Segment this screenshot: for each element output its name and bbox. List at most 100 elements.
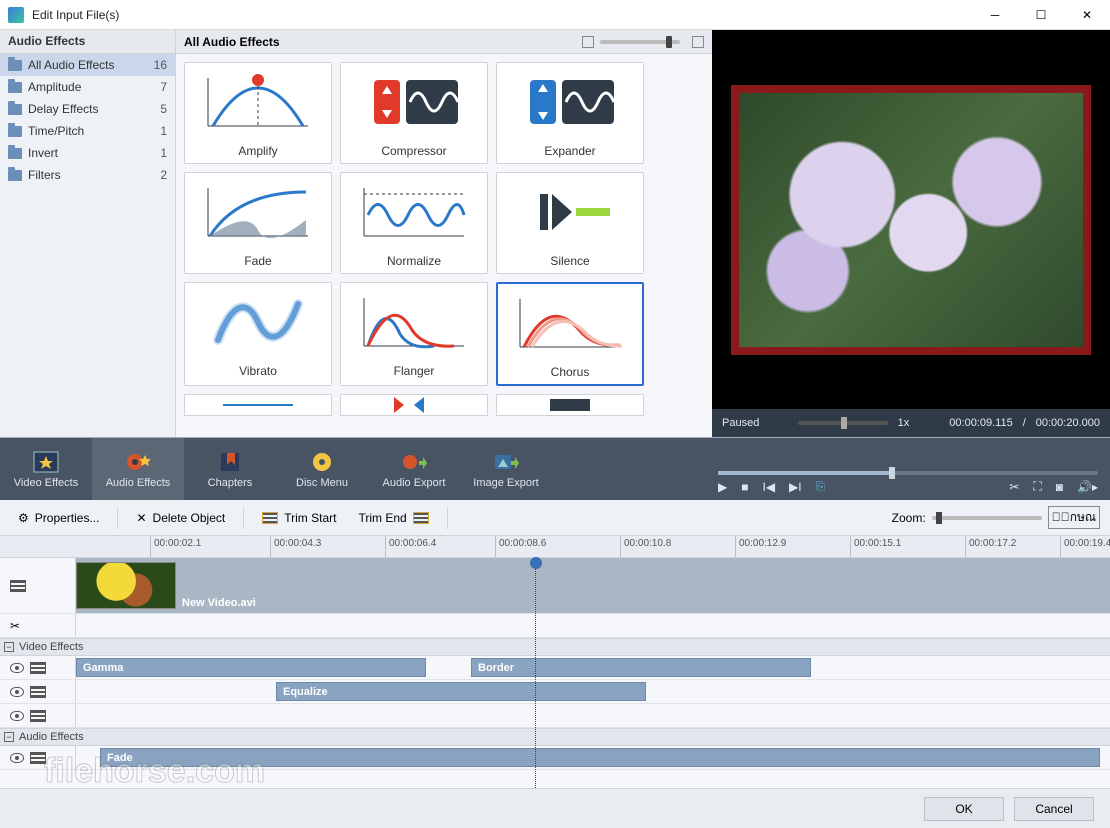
trim-end-button[interactable]: Trim End: [350, 507, 436, 529]
bookmark-icon: [216, 450, 244, 474]
effect-compressor[interactable]: Compressor: [340, 62, 488, 164]
window-title: Edit Input File(s): [32, 8, 972, 22]
effect-flanger[interactable]: Flanger: [340, 282, 488, 386]
eye-icon[interactable]: [10, 753, 24, 763]
effect-vibrato[interactable]: Vibrato: [184, 282, 332, 386]
preview-status: Paused 1x 00:00:09.115 / 00:00:20.000: [712, 409, 1110, 437]
category-delay-effects[interactable]: Delay Effects 5: [0, 98, 175, 120]
video-clip[interactable]: [76, 562, 176, 609]
effect-normalize[interactable]: Normalize: [340, 172, 488, 274]
thumbnail-size-slider[interactable]: [600, 40, 680, 44]
effect-expander[interactable]: Expander: [496, 62, 644, 164]
clip-gamma[interactable]: Gamma: [76, 658, 426, 677]
film-icon[interactable]: [30, 662, 46, 674]
folder-icon: [8, 104, 22, 115]
eye-icon[interactable]: [10, 711, 24, 721]
preview-panel: Paused 1x 00:00:09.115 / 00:00:20.000: [712, 30, 1110, 437]
film-star-icon: [32, 450, 60, 474]
category-amplitude[interactable]: Amplitude 7: [0, 76, 175, 98]
video-clip-label: New Video.avi: [182, 597, 256, 609]
clip-border[interactable]: Border: [471, 658, 811, 677]
app-icon: [8, 7, 24, 23]
zoom-slider[interactable]: [932, 516, 1042, 520]
clip-fade[interactable]: Fade: [100, 748, 1100, 767]
time-position: 00:00:09.115: [949, 417, 1012, 429]
cut-button[interactable]: ✂: [1009, 480, 1019, 494]
view-toggle-small-icon[interactable]: [582, 36, 594, 48]
properties-button[interactable]: ⚙Properties...: [10, 507, 107, 529]
effect-chorus[interactable]: Chorus: [496, 282, 644, 386]
play-button[interactable]: ▶: [718, 480, 727, 494]
film-icon: [413, 512, 429, 524]
section-audio-effects[interactable]: −Audio Effects: [0, 728, 1110, 746]
trim-start-button[interactable]: Trim Start: [254, 507, 344, 529]
effects-header: All Audio Effects: [176, 30, 712, 54]
effect-peek[interactable]: [340, 394, 488, 416]
film-icon[interactable]: [30, 686, 46, 698]
effect-track: Fade: [0, 746, 1110, 770]
tab-audio-effects[interactable]: Audio Effects: [92, 438, 184, 500]
timeline-toolbar: ⚙Properties... ✕Delete Object Trim Start…: [0, 500, 1110, 536]
speaker-star-icon: [124, 450, 152, 474]
stop-button[interactable]: ■: [741, 480, 748, 494]
minimize-button[interactable]: ─: [972, 0, 1018, 30]
effect-track: [0, 704, 1110, 728]
folder-icon: [8, 148, 22, 159]
category-invert[interactable]: Invert 1: [0, 142, 175, 164]
time-duration: 00:00:20.000: [1036, 417, 1100, 429]
effect-silence[interactable]: Silence: [496, 172, 644, 274]
eye-icon[interactable]: [10, 687, 24, 697]
tab-chapters[interactable]: Chapters: [184, 438, 276, 500]
ribbon: Video Effects Audio Effects Chapters Dis…: [0, 438, 1110, 500]
view-toggle-large-icon[interactable]: [692, 36, 704, 48]
folder-icon: [8, 60, 22, 71]
folder-icon: [8, 170, 22, 181]
tab-disc-menu[interactable]: Disc Menu: [276, 438, 368, 500]
scrub-bar[interactable]: [718, 471, 1098, 475]
effect-amplify[interactable]: Amplify: [184, 62, 332, 164]
clip-equalize[interactable]: Equalize: [276, 682, 646, 701]
timeline-ruler[interactable]: 00:00:02.100:00:04.300:00:06.400:00:08.6…: [0, 536, 1110, 558]
volume-button[interactable]: 🔊▸: [1077, 480, 1098, 494]
effects-panel: All Audio Effects Amplify Compressor Exp…: [176, 30, 712, 437]
zoom-label: Zoom:: [892, 511, 926, 525]
next-frame-button[interactable]: ▶I: [789, 480, 802, 494]
eye-icon[interactable]: [10, 663, 24, 673]
image-export-icon: [492, 450, 520, 474]
film-icon: [10, 580, 26, 592]
fullscreen-button[interactable]: ⛶: [1033, 479, 1041, 494]
effects-grid: Amplify Compressor Expander Fade Normali…: [176, 54, 712, 394]
cancel-button[interactable]: Cancel: [1014, 797, 1094, 821]
playhead[interactable]: [535, 558, 536, 788]
effect-peek[interactable]: [496, 394, 644, 416]
folder-icon: [8, 126, 22, 137]
effect-fade[interactable]: Fade: [184, 172, 332, 274]
category-panel: Audio Effects All Audio Effects 16 Ampli…: [0, 30, 176, 437]
delete-object-button[interactable]: ✕Delete Object: [128, 507, 233, 529]
prev-frame-button[interactable]: I◀: [762, 480, 775, 494]
fit-zoom-icon[interactable]: �ักษณ: [1048, 506, 1100, 529]
ok-button[interactable]: OK: [924, 797, 1004, 821]
timeline: 00:00:02.100:00:04.300:00:06.400:00:08.6…: [0, 536, 1110, 788]
split-button[interactable]: ⎘: [816, 479, 826, 494]
section-video-effects[interactable]: −Video Effects: [0, 638, 1110, 656]
disc-icon: [308, 450, 336, 474]
playback-state: Paused: [722, 417, 759, 429]
film-icon[interactable]: [30, 710, 46, 722]
close-button[interactable]: ✕: [1064, 0, 1110, 30]
category-time-pitch[interactable]: Time/Pitch 1: [0, 120, 175, 142]
snapshot-button[interactable]: ◙: [1056, 480, 1063, 494]
speaker-export-icon: [400, 450, 428, 474]
speed-slider[interactable]: [798, 421, 888, 425]
tab-video-effects[interactable]: Video Effects: [0, 438, 92, 500]
effect-peek[interactable]: [184, 394, 332, 416]
effect-track: Gamma Border: [0, 656, 1110, 680]
maximize-button[interactable]: ☐: [1018, 0, 1064, 30]
titlebar: Edit Input File(s) ─ ☐ ✕: [0, 0, 1110, 30]
film-icon[interactable]: [30, 752, 46, 764]
tab-image-export[interactable]: Image Export: [460, 438, 552, 500]
category-filters[interactable]: Filters 2: [0, 164, 175, 186]
category-all-audio-effects[interactable]: All Audio Effects 16: [0, 54, 175, 76]
effect-track: Equalize: [0, 680, 1110, 704]
tab-audio-export[interactable]: Audio Export: [368, 438, 460, 500]
